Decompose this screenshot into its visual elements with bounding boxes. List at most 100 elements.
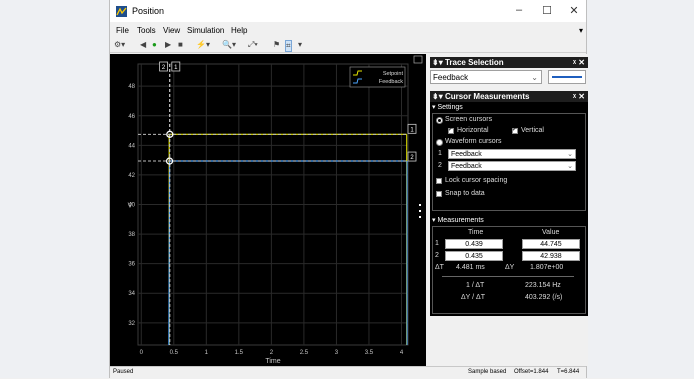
- x-tick-label: 0.5: [170, 350, 179, 356]
- menu-view[interactable]: View: [163, 26, 180, 35]
- snap-label: Snap to data: [445, 190, 485, 197]
- time-column-header: Time: [468, 229, 484, 236]
- plot-area[interactable]: 0 0.5 1 1.5 2 2.5 3 3.5 4 32 34 36 38 40 42 44 46 48 Time V…: [110, 54, 426, 366]
- waveform-2-value: Feedback: [451, 163, 482, 170]
- trace-selection-close-icon[interactable]: ᵡ ✕: [573, 57, 585, 68]
- splitter-grip-icon: [419, 216, 421, 218]
- row-1-number: 1: [435, 240, 439, 247]
- close-icon[interactable]: ✕: [567, 4, 581, 17]
- status-time: T=6.844: [557, 369, 580, 375]
- trace-select[interactable]: Feedback ⌄: [430, 70, 542, 84]
- screen-cursors-label: Screen cursors: [445, 116, 493, 123]
- autoscale-icon[interactable]: ⤢▾: [248, 40, 258, 50]
- y-tick-label: 44: [128, 143, 135, 149]
- x-axis-label: Time: [265, 358, 280, 365]
- status-state: Paused: [113, 369, 134, 375]
- step-back-icon[interactable]: ◀: [140, 40, 146, 50]
- step-forward-icon[interactable]: ▶: [165, 40, 171, 50]
- waveform-1-number: 1: [438, 150, 442, 157]
- vertical-checkbox[interactable]: [512, 126, 518, 134]
- menu-simulation[interactable]: Simulation: [187, 26, 224, 35]
- x-tick-label: 1.5: [235, 350, 244, 356]
- menu-bar: File Tools View Simulation Help ▾: [110, 24, 586, 38]
- y-tick-label: 34: [128, 291, 135, 297]
- screen-cursors-radio[interactable]: [436, 117, 443, 124]
- cursor-2-time: 0.435: [445, 251, 503, 261]
- inverse-delta-t-value: 223.154 Hz: [525, 282, 561, 289]
- settings-section[interactable]: ▾ Settings: [432, 103, 463, 111]
- waveform-1-select[interactable]: Feedback ⌄: [448, 149, 576, 159]
- waveform-cursors-label: Waveform cursors: [445, 138, 502, 145]
- cursor-1-value: 44.745: [522, 239, 580, 249]
- cursor-measurements-body: ▾ Settings Screen cursors Horizontal Ver…: [430, 102, 588, 316]
- y-axis-label: V: [128, 203, 133, 210]
- y-tick-label: 36: [128, 262, 135, 268]
- triggers-icon[interactable]: ⚑: [273, 40, 280, 50]
- y-tick-label: 46: [128, 114, 135, 120]
- maximize-icon[interactable]: ☐: [540, 4, 554, 17]
- x-tick-label: 2.5: [300, 350, 309, 356]
- waveform-cursors-radio[interactable]: [436, 139, 443, 146]
- menu-tools[interactable]: Tools: [137, 26, 156, 35]
- run-icon[interactable]: ●: [152, 40, 157, 50]
- delta-t-value: 4.481 ms: [456, 264, 485, 271]
- chevron-down-icon: ⌄: [567, 151, 573, 158]
- settings-label: Settings: [437, 104, 463, 111]
- trace-selection-header: ⇟▾ Trace Selection ᵡ ✕: [430, 57, 588, 68]
- delta-y-value: 1.807e+00: [530, 264, 564, 271]
- minimize-icon[interactable]: –: [512, 4, 526, 16]
- x-tick-label: 2: [270, 350, 274, 356]
- y-tick-label: 32: [128, 321, 135, 327]
- y-tick-label: 38: [128, 232, 135, 238]
- right-sidebar: ⇟▾ Trace Selection ᵡ ✕ Feedback ⌄ ⇟▾ Cur…: [426, 54, 588, 366]
- x-tick-label: 3.5: [365, 350, 374, 356]
- inverse-delta-t-label: 1 / ΔT: [466, 282, 485, 289]
- measurements-label: Measurements: [437, 217, 484, 224]
- zoom-icon[interactable]: 🔍▾: [222, 40, 236, 50]
- cursor-measurements-title: Cursor Measurements: [444, 92, 530, 101]
- stop-icon[interactable]: ■: [178, 40, 183, 50]
- line-chart[interactable]: 0 0.5 1 1.5 2 2.5 3 3.5 4323436384042444648TimeV…: [110, 54, 426, 366]
- legend-label: Setpoint: [383, 71, 404, 77]
- snap-checkbox[interactable]: [436, 191, 442, 197]
- cursor-measurements-close-icon[interactable]: ᵡ ✕: [573, 91, 585, 102]
- splitter-grip-icon: [419, 204, 421, 206]
- measurements-section[interactable]: ▾ Measurements: [432, 216, 484, 224]
- cursor-1-time: 0.439: [445, 239, 503, 249]
- row-2-number: 2: [435, 252, 439, 259]
- title-bar: Position – ☐ ✕: [110, 0, 586, 22]
- delta-t-label: ΔT: [435, 264, 444, 271]
- slope-label: ΔY / ΔT: [461, 294, 486, 301]
- chevron-down-icon: ⌄: [567, 163, 573, 170]
- menu-file[interactable]: File: [116, 26, 129, 35]
- vertical-label: Vertical: [521, 127, 544, 134]
- highlight-icon[interactable]: ⚡▾: [196, 40, 210, 50]
- settings-gear-icon[interactable]: ⚙▾: [114, 40, 125, 50]
- x-tick-label: 3: [335, 350, 339, 356]
- waveform-1-value: Feedback: [451, 151, 482, 158]
- horizontal-label: Horizontal: [457, 127, 489, 134]
- x-tick-label: 1: [205, 350, 209, 356]
- panel-menu-icon[interactable]: ⇟▾: [432, 58, 443, 67]
- splitter-grip-icon: [419, 210, 421, 212]
- window-title: Position: [132, 6, 165, 16]
- slope-value: 403.292 (/s): [525, 294, 563, 301]
- scope-window: Position – ☐ ✕ File Tools View Simulatio…: [109, 0, 588, 379]
- waveform-2-number: 2: [438, 162, 442, 169]
- horizontal-checkbox[interactable]: [448, 126, 454, 134]
- cursor-measurements-header: ⇟▾ Cursor Measurements ᵡ ✕: [430, 91, 588, 102]
- undock-icon[interactable]: [413, 55, 423, 64]
- toolbar: ⚙▾ ◀ ● ▶ ■ ⚡▾ 🔍▾ ⤢▾ ⚑ ⌗ ▾: [110, 38, 586, 53]
- cursor-measurements-icon[interactable]: ⌗: [285, 40, 292, 52]
- waveform-2-select[interactable]: Feedback ⌄: [448, 161, 576, 171]
- measurements-dropdown-icon[interactable]: ▾: [298, 40, 302, 50]
- lock-spacing-label: Lock cursor spacing: [445, 177, 508, 184]
- x-tick-label: 0: [140, 350, 144, 356]
- divider: [442, 276, 574, 277]
- collapse-toolstrip-icon[interactable]: ▾: [579, 26, 583, 35]
- chevron-down-icon: ⌄: [531, 73, 538, 82]
- panel-menu-icon[interactable]: ⇟▾: [432, 92, 443, 101]
- legend-label: Feedback: [379, 79, 403, 85]
- menu-help[interactable]: Help: [231, 26, 247, 35]
- lock-spacing-checkbox[interactable]: [436, 178, 442, 184]
